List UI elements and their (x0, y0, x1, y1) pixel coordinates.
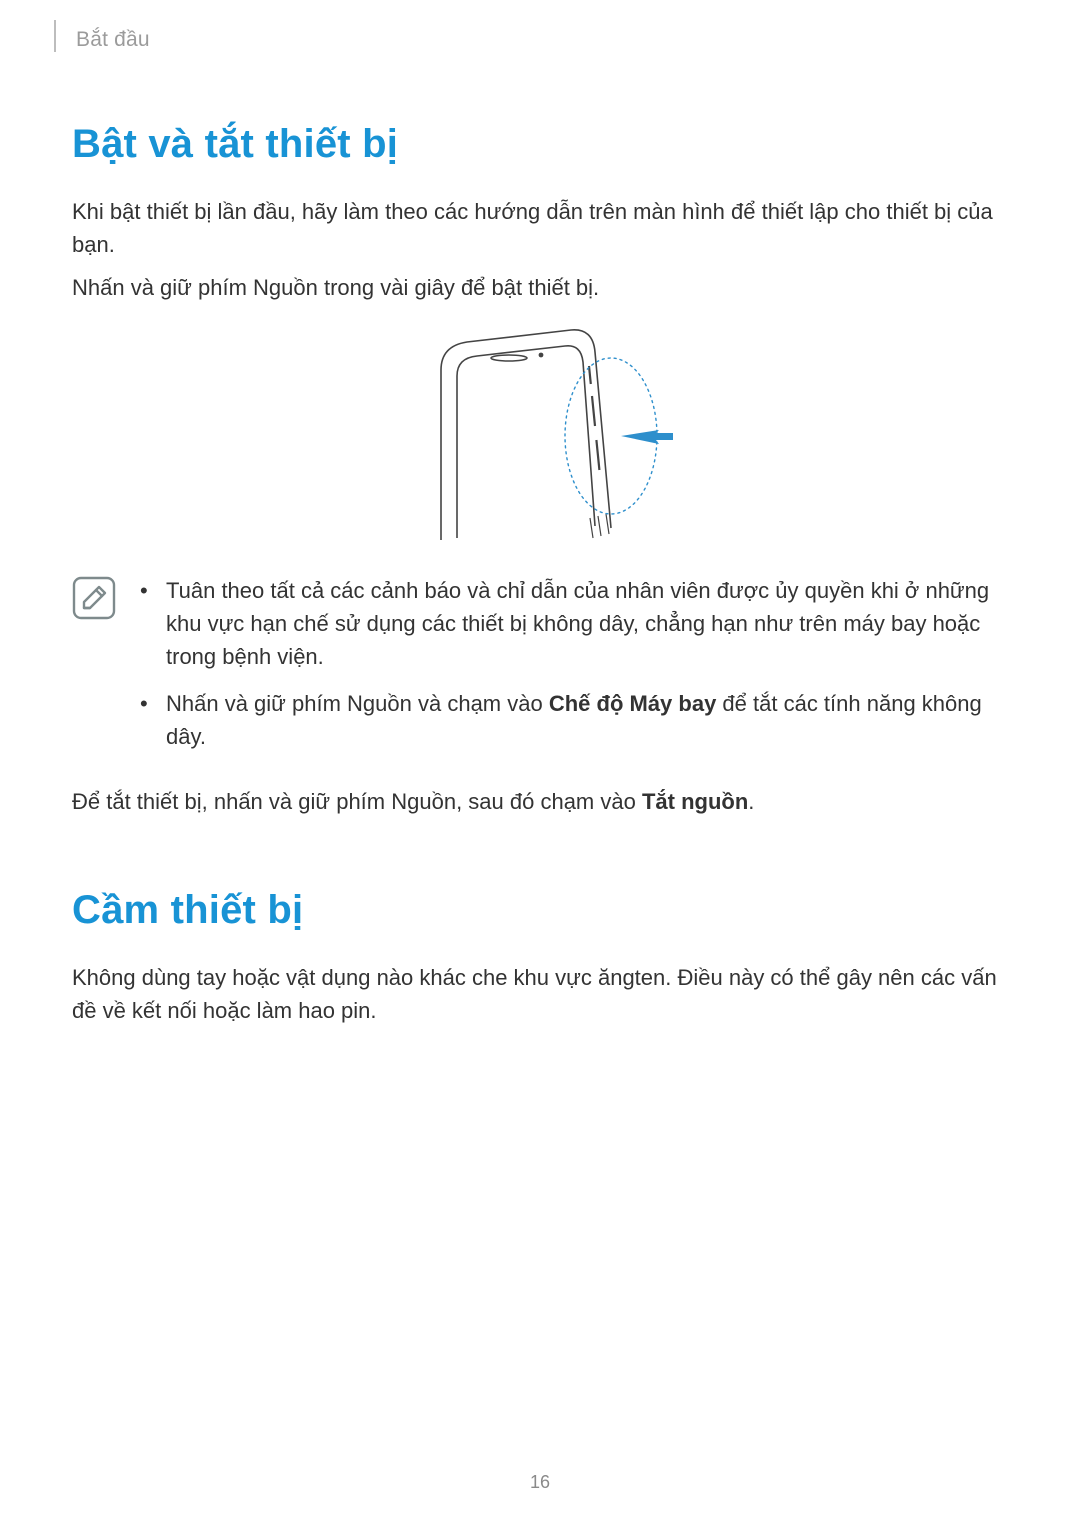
page-number: 16 (0, 1472, 1080, 1493)
text-prefix: Để tắt thiết bị, nhấn và giữ phím Nguồn,… (72, 789, 642, 814)
note-text: Tuân theo tất cả các cảnh báo và chỉ dẫn… (166, 578, 989, 669)
text-suffix: . (748, 789, 754, 814)
paragraph-intro: Khi bật thiết bị lần đầu, hãy làm theo c… (72, 195, 1008, 261)
note-list: Tuân theo tất cả các cảnh báo và chỉ dẫn… (140, 574, 1008, 767)
breadcrumb: Bắt đầu (76, 28, 1008, 52)
paragraph-power-on: Nhấn và giữ phím Nguồn trong vài giây để… (72, 271, 1008, 304)
figure-container (72, 326, 1008, 546)
paragraph-antenna: Không dùng tay hoặc vật dụng nào khác ch… (72, 961, 1008, 1027)
section-title-power: Bật và tắt thiết bị (72, 122, 1008, 167)
phone-power-button-illustration (395, 326, 685, 546)
note-pencil-icon (72, 576, 116, 625)
note-block: Tuân theo tất cả các cảnh báo và chỉ dẫn… (72, 574, 1008, 767)
document-page: Bắt đầu Bật và tắt thiết bị Khi bật thiế… (0, 0, 1080, 1527)
paragraph-power-off: Để tắt thiết bị, nhấn và giữ phím Nguồn,… (72, 785, 1008, 818)
note-text-prefix: Nhấn và giữ phím Nguồn và chạm vào (166, 691, 549, 716)
section-title-hold: Cầm thiết bị (72, 888, 1008, 933)
note-text-bold: Chế độ Máy bay (549, 691, 716, 716)
header-divider (54, 20, 56, 52)
note-item-airplane: Nhấn và giữ phím Nguồn và chạm vào Chế đ… (140, 687, 1008, 753)
arrow-icon (621, 430, 673, 444)
text-bold: Tắt nguồn (642, 789, 748, 814)
note-item-warning: Tuân theo tất cả các cảnh báo và chỉ dẫn… (140, 574, 1008, 673)
